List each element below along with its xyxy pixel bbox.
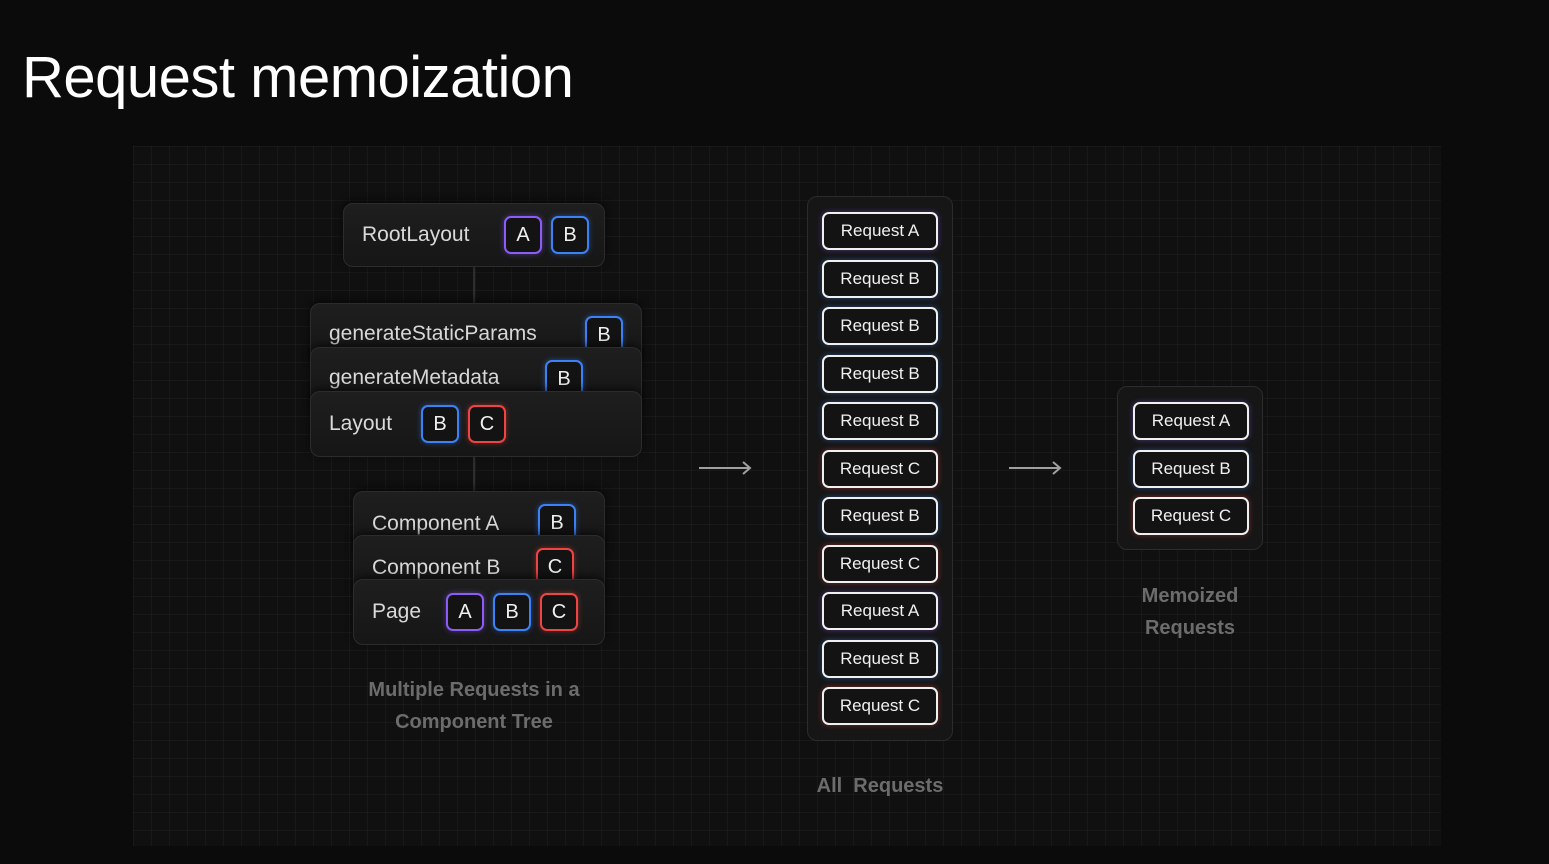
node-layout: Layout B C [310,391,642,457]
slide: Request memoization RootLayout A B gener… [0,0,1549,864]
caption-line: Requests [1144,617,1236,639]
node-label: Component B [372,556,501,579]
badge-request-a: A [446,593,484,631]
caption-line: Memoized [1141,585,1239,607]
request-item: Request A [822,592,938,630]
node-root-layout: RootLayout A B [343,203,605,267]
badge-request-b: B [421,405,459,443]
memoized-caption: Memoized Requests [1090,580,1290,644]
all-requests-caption: All Requests [816,775,944,797]
request-item: Request C [822,545,938,583]
request-item: Request B [822,640,938,678]
all-requests-panel: Request A Request B Request B Request B … [807,196,953,741]
caption-line: Component Tree [395,711,553,733]
right-arrow-icon [1009,461,1062,475]
tree-connector-bottom [473,454,475,494]
tree-caption: Multiple Requests in a Component Tree [324,674,624,738]
node-label: Component A [372,512,500,535]
node-label: generateStaticParams [329,322,537,345]
node-label: RootLayout [362,223,470,246]
request-item: Request B [822,307,938,345]
badge-request-a: A [504,216,542,254]
node-label: Layout [329,412,393,435]
node-page: Page A B C [353,579,605,645]
request-item: Request B [822,260,938,298]
node-label: generateMetadata [329,366,500,389]
page-title: Request memoization [22,45,574,110]
node-label: Page [372,600,422,623]
memoized-request-item: Request C [1133,497,1249,535]
badge-request-b: B [493,593,531,631]
memoized-request-item: Request A [1133,402,1249,440]
badge-request-b: B [551,216,589,254]
request-item: Request B [822,497,938,535]
memoized-request-item: Request B [1133,450,1249,488]
badge-request-c: C [540,593,578,631]
request-item: Request B [822,402,938,440]
request-item: Request C [822,450,938,488]
right-arrow-icon [699,461,752,475]
request-item: Request C [822,687,938,725]
request-item: Request B [822,355,938,393]
request-item: Request A [822,212,938,250]
diagram-canvas: RootLayout A B generateStaticParams B ge… [133,146,1441,846]
memoized-requests-panel: Request A Request B Request C [1117,386,1263,550]
badge-request-c: C [468,405,506,443]
caption-line: Multiple Requests in a [368,679,580,701]
